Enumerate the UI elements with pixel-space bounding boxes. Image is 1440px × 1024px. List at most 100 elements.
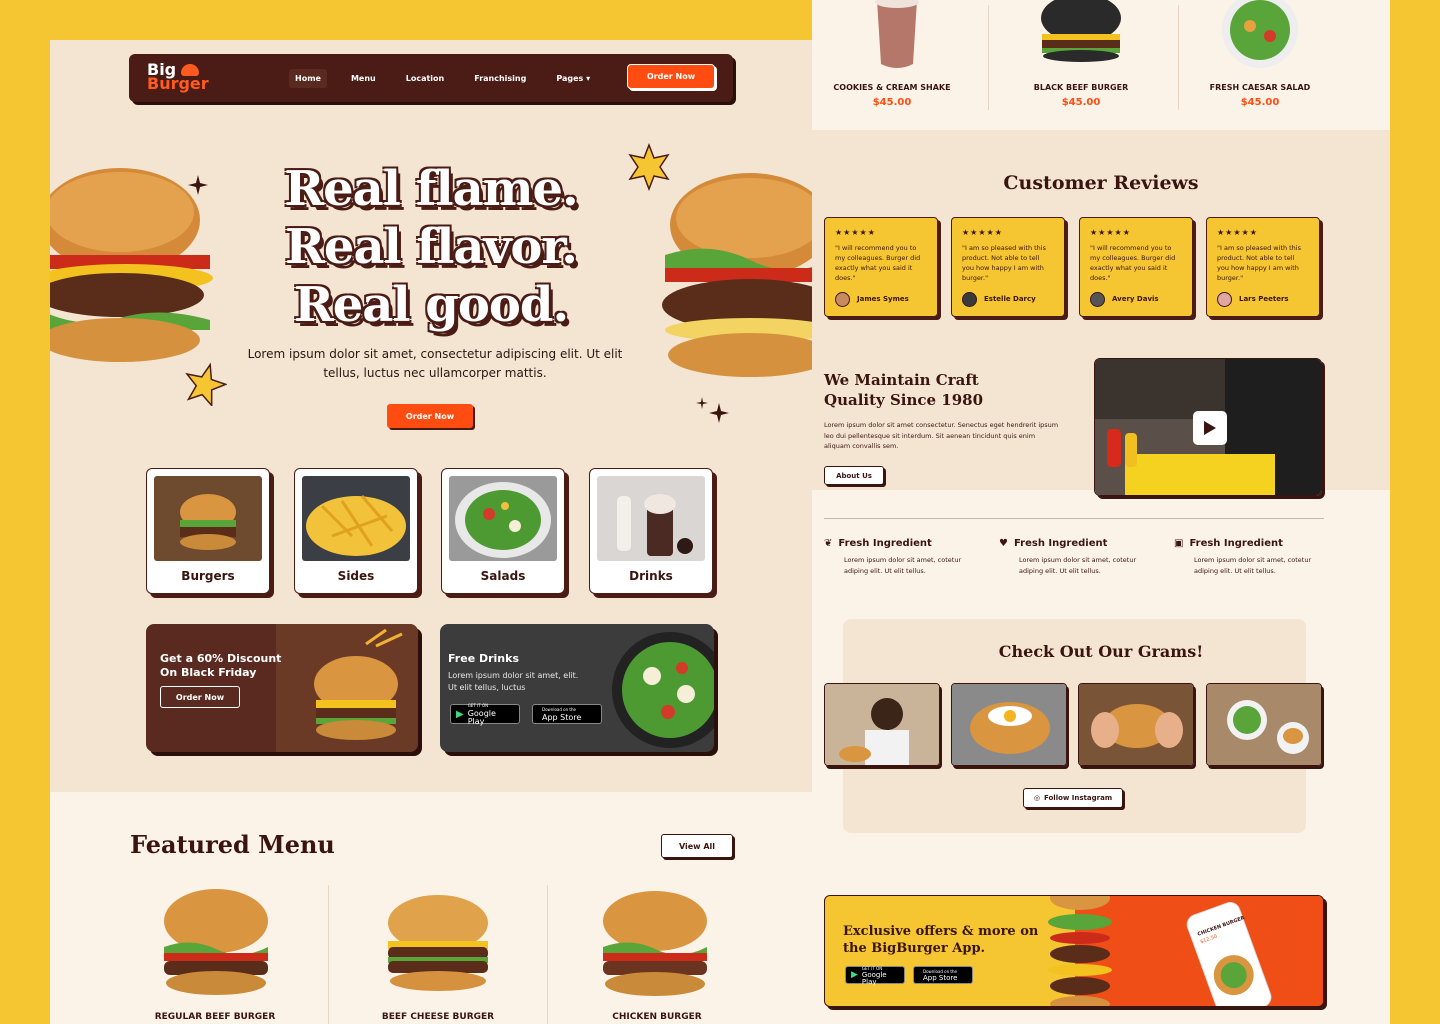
feature-fresh-3: ▣ Fresh Ingredient Lorem ipsum dolor sit … [1174, 538, 1324, 576]
hero-subtitle: Lorem ipsum dolor sit amet, consectetur … [247, 347, 623, 380]
hero-title-line1: Real flame. [284, 161, 579, 217]
featured-item-cheese-name: BEEF CHEESE BURGER [381, 1012, 495, 1022]
app-store-label: App Store [542, 713, 582, 722]
review-author: Lars Peeters [1239, 295, 1289, 303]
top-item-shake-price: $45.00 [872, 97, 912, 108]
feature-title: Fresh Ingredient [1013, 538, 1108, 549]
google-play-badge[interactable]: ▶ GET IT ON Google Play [450, 703, 520, 726]
featured-item-regular-name: REGULAR BEEF BURGER [154, 1012, 276, 1022]
featured-title: Featured Menu [130, 830, 335, 859]
instagram-photo[interactable] [824, 683, 940, 766]
burger-logo-icon [181, 64, 199, 76]
top-divider [988, 5, 989, 110]
app-store-label: App Store [923, 974, 958, 982]
review-stars: ★★★★★ [1090, 228, 1131, 237]
top-divider [1178, 5, 1179, 110]
view-all-button[interactable]: View All [661, 834, 733, 858]
top-item-shake[interactable]: COOKIES & CREAM SHAKE $45.00 [812, 0, 987, 125]
feature-title: Fresh Ingredient [838, 538, 932, 549]
leaf-icon: ❦ [824, 538, 833, 549]
review-card: ★★★★★ "I will recommend you to my collea… [824, 217, 938, 317]
hero-title-line2: Real flavor. [285, 219, 578, 275]
promo-salad-image [612, 632, 714, 748]
category-sides-image [302, 476, 410, 561]
category-salads-label: Salads [480, 569, 526, 583]
instagram-photo[interactable] [1078, 683, 1194, 766]
play-button[interactable] [1193, 411, 1227, 445]
gram-photo-table [1207, 684, 1321, 765]
review-author: Estelle Darcy [984, 295, 1036, 303]
featured-item-regular[interactable]: REGULAR BEEF BURGER [106, 885, 324, 1024]
hero-order-button[interactable]: Order Now [387, 404, 473, 428]
video-thumbnail[interactable] [1094, 358, 1322, 496]
nav-franchising[interactable]: Franchising [468, 69, 532, 88]
regular-burger-image [164, 889, 268, 995]
promo-burger-image [276, 624, 418, 752]
instagram-photo[interactable] [1206, 683, 1322, 766]
top-item-black-burger-price: $45.00 [1061, 97, 1101, 108]
nav-location[interactable]: Location [400, 69, 451, 88]
review-text: "I am so pleased with this product. Not … [1217, 244, 1301, 282]
category-burgers-label: Burgers [181, 569, 235, 583]
gram-photo-hands-burger [1079, 684, 1193, 765]
craft-desc: Lorem ipsum dolor sit amet consectetur. … [824, 421, 1059, 450]
logo[interactable]: Big Burger [147, 62, 209, 93]
category-burgers-card[interactable]: Burgers [146, 468, 270, 594]
review-text: "I will recommend you to my colleagues. … [835, 244, 921, 282]
feature-title: Fresh Ingredient [1189, 538, 1283, 549]
heart-icon: ♥ [999, 538, 1008, 549]
hero-title: Real flame. Real flavor. Real good. [50, 160, 812, 334]
avatar [835, 292, 850, 307]
category-drinks-card[interactable]: Drinks [589, 468, 713, 594]
promo-drinks-title: Free Drinks [448, 652, 520, 665]
review-author: James Symes [857, 295, 909, 303]
feature-fresh-2: ♥ Fresh Ingredient Lorem ipsum dolor sit … [999, 538, 1149, 576]
google-play-label: Google Play [467, 709, 496, 726]
top-item-salad-price: $45.00 [1240, 97, 1280, 108]
featured-item-cheese[interactable]: BEEF CHEESE BURGER [329, 885, 547, 1024]
caesar-salad-image [1222, 0, 1298, 68]
black-burger-image [1041, 0, 1121, 62]
promo-order-button[interactable]: Order Now [160, 686, 240, 708]
app-store-badge[interactable]: Download on the App Store [913, 966, 973, 984]
app-banner: CHICKEN BURGER $12.50 Exclusive offers &… [824, 895, 1324, 1007]
instagram-photo[interactable] [951, 683, 1067, 766]
about-us-button[interactable]: About Us [824, 466, 884, 485]
category-salads-card[interactable]: Salads [441, 468, 565, 594]
nav-menu[interactable]: Menu [345, 69, 382, 88]
follow-instagram-button[interactable]: ◎ Follow Instagram [1023, 788, 1123, 808]
nav-pages-label: Pages [556, 74, 584, 83]
section-divider [824, 518, 1324, 519]
review-stars: ★★★★★ [1217, 228, 1258, 237]
featured-item-chicken-name: CHICKEN BURGER [612, 1012, 702, 1022]
google-play-icon: ▶ [851, 970, 858, 980]
top-item-salad[interactable]: FRESH CAESAR SALAD $45.00 [1165, 0, 1355, 125]
instagram-icon: ◎ [1033, 794, 1040, 802]
landing-page-right: COOKIES & CREAM SHAKE $45.00 BLACK BEEF … [812, 0, 1390, 1024]
landing-page-left: Big Burger Home Menu Location Franchisin… [50, 40, 812, 1024]
nav-home[interactable]: Home [289, 69, 327, 88]
feature-desc: Lorem ipsum dolor sit amet, cotetur adip… [844, 556, 962, 575]
nav-pages[interactable]: Pages ▾ [550, 69, 596, 88]
review-card: ★★★★★ "I am so pleased with this product… [951, 217, 1065, 317]
grams-title: Check Out Our Grams! [998, 642, 1204, 661]
nav-order-button[interactable]: Order Now [627, 64, 715, 89]
chevron-down-icon: ▾ [586, 74, 591, 83]
craft-title: We Maintain Craft Quality Since 1980 [824, 371, 984, 409]
black-friday-promo: Get a 60% Discount On Black Friday Order… [146, 624, 418, 752]
review-text: "I am so pleased with this product. Not … [962, 244, 1046, 282]
top-item-black-burger[interactable]: BLACK BEEF BURGER $45.00 [986, 0, 1176, 125]
ticket-icon: ▣ [1174, 538, 1184, 549]
gram-photo-woman [825, 684, 939, 765]
logo-line2: Burger [147, 74, 209, 93]
featured-item-chicken[interactable]: CHICKEN BURGER [548, 885, 766, 1024]
reviews-title: Customer Reviews [1003, 172, 1199, 194]
app-store-badge[interactable]: Download on the App Store [532, 704, 602, 724]
google-play-badge[interactable]: ▶ GET IT ON Google Play [845, 966, 905, 985]
category-sides-card[interactable]: Sides [294, 468, 418, 594]
category-drinks-label: Drinks [629, 569, 673, 583]
top-item-black-burger-name: BLACK BEEF BURGER [1033, 83, 1129, 92]
feature-desc: Lorem ipsum dolor sit amet, cotetur adip… [1019, 556, 1137, 575]
promo-drinks-desc: Lorem ipsum dolor sit amet, elit. Ut eli… [448, 671, 579, 692]
avatar [1217, 292, 1232, 307]
